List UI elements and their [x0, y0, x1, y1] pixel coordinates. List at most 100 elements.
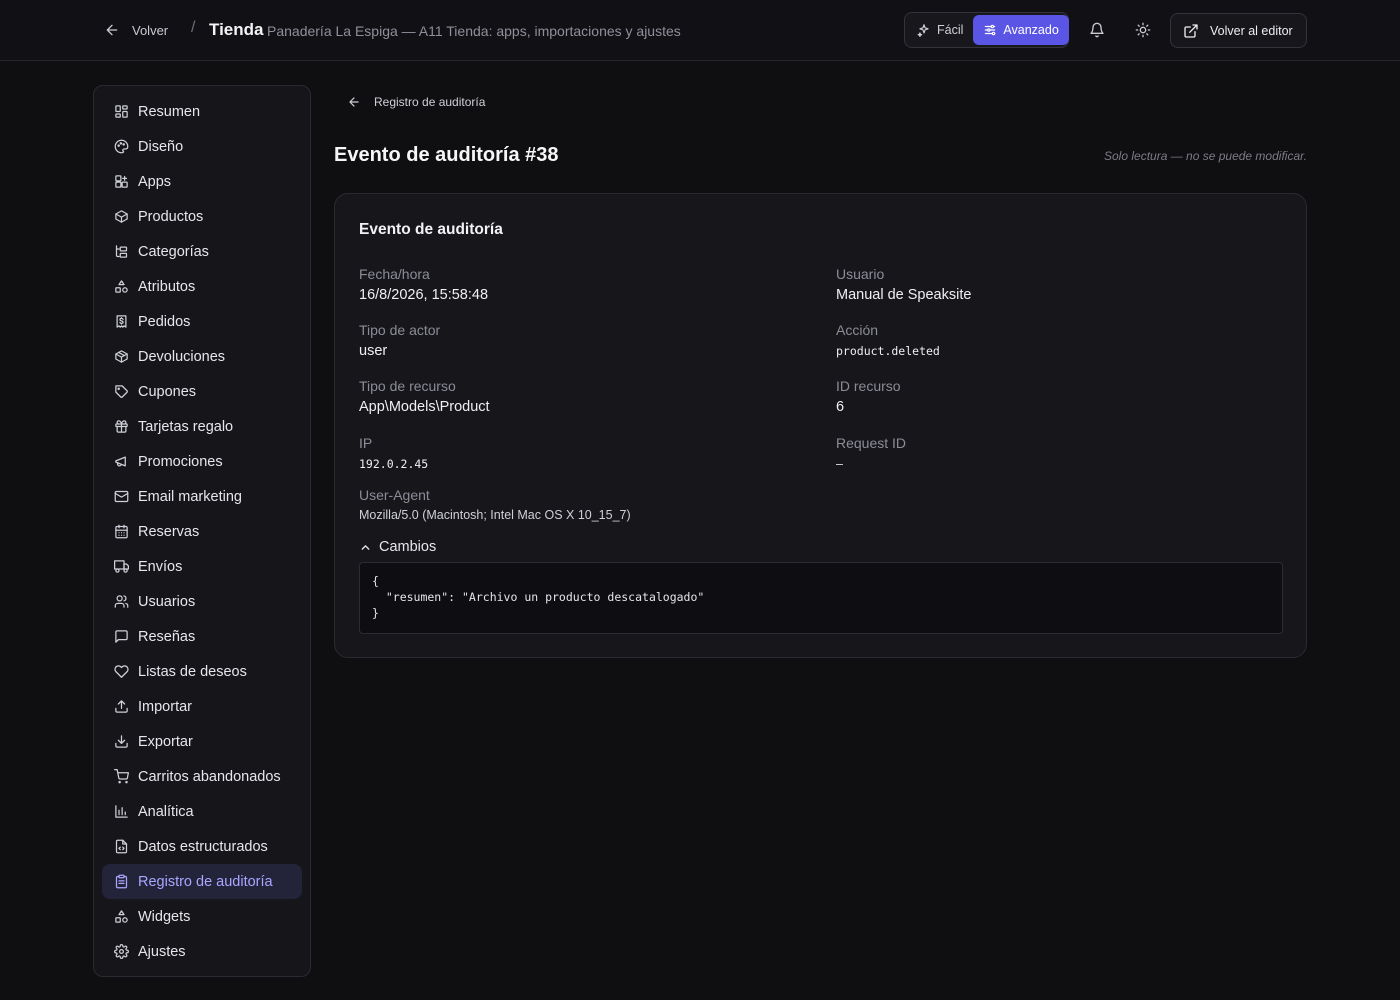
palette-icon — [114, 139, 129, 154]
page-section-title: Tienda — [209, 20, 264, 39]
field-user: Usuario Manual de Speaksite — [836, 266, 971, 303]
sidebar-item-listas-de-deseos[interactable]: Listas de deseos — [102, 654, 302, 689]
sidebar-item-atributos[interactable]: Atributos — [102, 269, 302, 304]
field-value: 6 — [836, 399, 845, 415]
file-code-icon — [114, 839, 129, 854]
back-button[interactable]: Volver — [104, 18, 168, 42]
sidebar-item-apps[interactable]: Apps — [102, 164, 302, 199]
field-label: Request ID — [836, 435, 907, 451]
sidebar-item-importar[interactable]: Importar — [102, 689, 302, 724]
sidebar-item-productos[interactable]: Productos — [102, 199, 302, 234]
field-resource-type: Tipo de recurso App\Models\Product — [359, 378, 490, 415]
changes-label: Cambios — [379, 539, 437, 555]
audit-log-back-label: Registro de auditoría — [374, 95, 486, 109]
sidebar-item-analitica[interactable]: Analítica — [102, 794, 302, 829]
back-to-editor-label: Volver al editor — [1210, 23, 1293, 38]
arrow-left-icon — [104, 22, 120, 38]
mode-advanced-button[interactable]: Avanzado — [973, 15, 1069, 45]
sidebar-item-label: Categorías — [138, 243, 209, 260]
field-value: — — [836, 457, 843, 471]
sidebar-item-devoluciones[interactable]: Devoluciones — [102, 339, 302, 374]
field-action: Acción product.deleted — [836, 322, 940, 358]
field-value: product.deleted — [836, 344, 940, 358]
sidebar-item-label: Resumen — [138, 103, 201, 120]
sidebar-item-envios[interactable]: Envíos — [102, 549, 302, 584]
field-actor-type: Tipo de actor user — [359, 322, 440, 359]
sidebar-item-email-marketing[interactable]: Email marketing — [102, 479, 302, 514]
field-value: 192.0.2.45 — [359, 457, 429, 471]
sidebar-item-diseno[interactable]: Diseño — [102, 129, 302, 164]
field-value: Mozilla/5.0 (Macintosh; Intel Mac OS X 1… — [359, 508, 631, 522]
mail-icon — [114, 489, 129, 504]
sidebar-item-label: Analítica — [138, 803, 194, 820]
tree-icon — [114, 244, 129, 259]
field-resource-id: ID recurso 6 — [836, 378, 901, 415]
sidebar-item-label: Exportar — [138, 733, 193, 750]
megaphone-icon — [114, 454, 129, 469]
field-label: IP — [359, 435, 373, 451]
sidebar-item-label: Email marketing — [138, 488, 242, 505]
field-value: App\Models\Product — [359, 399, 490, 415]
sidebar-item-label: Diseño — [138, 138, 184, 155]
sliders-icon — [983, 23, 997, 37]
sidebar-item-label: Promociones — [138, 453, 223, 470]
sidebar-item-ajustes[interactable]: Ajustes — [102, 934, 302, 969]
top-bar: Volver / Tienda Panadería La Espiga — A1… — [0, 0, 1400, 61]
sidebar-item-tarjetas-regalo[interactable]: Tarjetas regalo — [102, 409, 302, 444]
page-title: Evento de auditoría #38 — [334, 144, 559, 166]
sidebar-item-datos-estructurados[interactable]: Datos estructurados — [102, 829, 302, 864]
field-label: User-Agent — [359, 487, 430, 503]
field-value: Manual de Speaksite — [836, 287, 972, 303]
field-value: user — [359, 343, 388, 359]
audit-log-back-link[interactable]: Registro de auditoría — [347, 92, 485, 112]
shapes-icon — [114, 279, 129, 294]
sidebar-item-label: Apps — [138, 173, 172, 190]
sidebar-item-usuarios[interactable]: Usuarios — [102, 584, 302, 619]
audit-event-card: Evento de auditoría Fecha/hora 16/8/2026… — [334, 193, 1307, 658]
package-return-icon — [114, 349, 129, 364]
field-user-agent: User-Agent Mozilla/5.0 (Macintosh; Intel… — [359, 487, 631, 522]
sidebar-item-label: Reservas — [138, 523, 200, 540]
sidebar-item-label: Tarjetas regalo — [138, 418, 234, 435]
back-to-editor-button[interactable]: Volver al editor — [1170, 13, 1307, 48]
sidebar-item-label: Pedidos — [138, 313, 191, 330]
sparkles-icon — [917, 23, 931, 37]
page-subtitle: Panadería La Espiga — A11 Tienda: apps, … — [267, 23, 681, 39]
mode-easy-button[interactable]: Fácil — [907, 15, 973, 45]
notifications-button[interactable] — [1085, 18, 1109, 42]
chevron-up-icon — [359, 541, 372, 554]
sidebar-item-cupones[interactable]: Cupones — [102, 374, 302, 409]
receipt-icon — [114, 314, 129, 329]
sidebar: Resumen Diseño Apps Productos Categorías Atri… — [93, 85, 311, 977]
changes-toggle[interactable]: Cambios — [359, 539, 436, 555]
sidebar-item-promociones[interactable]: Promociones — [102, 444, 302, 479]
sidebar-item-label: Devoluciones — [138, 348, 226, 365]
sidebar-item-label: Productos — [138, 208, 204, 225]
tag-icon — [114, 384, 129, 399]
bar-chart-icon — [114, 804, 129, 819]
sidebar-item-label: Datos estructurados — [138, 838, 268, 855]
sidebar-item-label: Registro de auditoría — [138, 873, 273, 890]
sidebar-item-widgets[interactable]: Widgets — [102, 899, 302, 934]
sidebar-item-label: Reseñas — [138, 628, 196, 645]
sidebar-item-carritos-abandonados[interactable]: Carritos abandonados — [102, 759, 302, 794]
mode-easy-label: Fácil — [937, 23, 964, 37]
field-label: ID recurso — [836, 378, 901, 394]
sidebar-item-registro-de-auditoria[interactable]: Registro de auditoría — [102, 864, 302, 899]
sidebar-item-resumen[interactable]: Resumen — [102, 94, 302, 129]
field-ip: IP 192.0.2.45 — [359, 435, 428, 471]
sidebar-item-label: Importar — [138, 698, 192, 715]
sidebar-item-label: Listas de deseos — [138, 663, 247, 680]
sidebar-item-exportar[interactable]: Exportar — [102, 724, 302, 759]
theme-toggle-button[interactable] — [1131, 18, 1155, 42]
field-label: Acción — [836, 322, 879, 338]
sidebar-item-label: Widgets — [138, 908, 191, 925]
sidebar-item-reservas[interactable]: Reservas — [102, 514, 302, 549]
mode-advanced-label: Avanzado — [1003, 23, 1059, 37]
sidebar-item-pedidos[interactable]: Pedidos — [102, 304, 302, 339]
apps-icon — [114, 174, 129, 189]
heart-icon — [114, 664, 129, 679]
sidebar-item-categorias[interactable]: Categorías — [102, 234, 302, 269]
sidebar-item-resenas[interactable]: Reseñas — [102, 619, 302, 654]
readonly-note: Solo lectura — no se puede modificar. — [1104, 149, 1307, 163]
